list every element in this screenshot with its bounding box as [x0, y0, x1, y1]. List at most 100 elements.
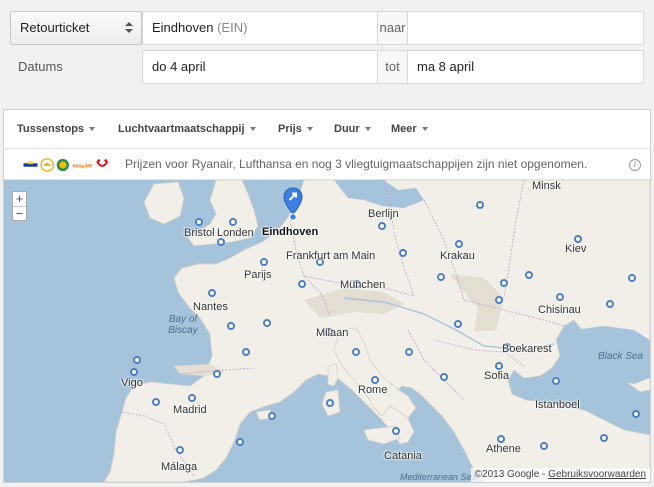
destination-marker[interactable]	[208, 289, 216, 297]
destination-marker[interactable]	[495, 362, 503, 370]
city-label: Milaan	[316, 327, 349, 339]
return-date-input[interactable]: ma 8 april	[407, 50, 644, 84]
destination-marker[interactable]	[525, 271, 533, 279]
destination-marker[interactable]	[242, 348, 250, 356]
home-city-label: Eindhoven	[262, 226, 319, 238]
destination-marker[interactable]	[298, 280, 306, 288]
destination-marker[interactable]	[130, 368, 138, 376]
destination-marker[interactable]	[227, 322, 235, 330]
destination-marker[interactable]	[455, 240, 463, 248]
city-label: Sofia	[484, 370, 510, 382]
destination-marker[interactable]	[497, 435, 505, 443]
copyright-text: ©2013 Google -	[474, 469, 549, 480]
zoom-in-button[interactable]: +	[13, 192, 26, 206]
sea-label: Bay of Biscay	[168, 314, 198, 336]
tui-logo-icon	[96, 159, 109, 167]
results-panel: Tussenstops Luchtvaartmaatschappij Prijs…	[3, 109, 651, 483]
city-label: Kiev	[565, 243, 587, 255]
filter-more-label: Meer	[391, 123, 417, 135]
dates-label: Datums	[18, 59, 63, 74]
city-label: Frankfurt am Main	[286, 250, 376, 262]
destination-marker[interactable]	[476, 201, 484, 209]
destination-marker[interactable]	[263, 319, 271, 327]
destination-marker[interactable]	[632, 410, 640, 418]
destination-marker[interactable]	[552, 377, 560, 385]
destination-marker[interactable]	[437, 273, 445, 281]
destination-marker[interactable]	[405, 348, 413, 356]
sea-label: Mediterranean Sea	[400, 472, 477, 482]
filter-airline[interactable]: Luchtvaartmaatschappij	[118, 110, 256, 149]
filter-price-label: Prijs	[278, 123, 302, 135]
destination-marker[interactable]	[326, 399, 334, 407]
city-label: Nantes	[193, 301, 228, 313]
destination-marker[interactable]	[606, 300, 614, 308]
destination-marker[interactable]	[268, 412, 276, 420]
destination-marker[interactable]	[176, 446, 184, 454]
destination-marker[interactable]	[195, 218, 203, 226]
city-label: Chisinau	[538, 304, 581, 316]
filter-duration[interactable]: Duur	[334, 110, 371, 149]
city-label: Rome	[358, 384, 388, 396]
easyjet-logo-icon: easyJet	[73, 164, 93, 170]
destination-marker[interactable]	[500, 279, 508, 287]
city-label: Berlijn	[368, 208, 399, 220]
origin-value: Eindhoven	[152, 20, 214, 35]
origin-input[interactable]: Eindhoven (EIN)	[142, 11, 378, 45]
ryanair-logo-icon	[23, 161, 38, 167]
terms-link[interactable]: Gebruiksvoorwaarden	[548, 469, 646, 480]
home-location-pin-icon[interactable]	[283, 187, 303, 221]
destination-marker[interactable]	[236, 438, 244, 446]
trip-type-value: Retourticket	[20, 20, 90, 35]
destination-marker[interactable]	[574, 235, 582, 243]
destination-marker[interactable]	[378, 222, 386, 230]
destination-marker[interactable]	[133, 356, 141, 364]
destination-map[interactable]: + − Eindhoven Minsk Berlijn Bristol Lond…	[4, 180, 650, 482]
transavia-logo-icon	[56, 158, 69, 172]
to-label: naar	[377, 11, 408, 45]
destination-marker[interactable]	[217, 238, 225, 246]
depart-date-input[interactable]: do 4 april	[142, 50, 378, 84]
city-label: Parijs	[244, 269, 272, 281]
caret-down-icon	[306, 127, 313, 132]
excluded-airlines-notice: easyJet Prijzen voor Ryanair, Lufthansa …	[4, 150, 650, 180]
trip-type-select[interactable]: Retourticket	[10, 11, 142, 45]
search-form: Retourticket Eindhoven (EIN) naar Datums…	[0, 0, 654, 96]
destination-marker[interactable]	[188, 394, 196, 402]
lufthansa-logo-icon	[40, 158, 54, 172]
filter-stops-label: Tussenstops	[17, 123, 85, 135]
destination-marker[interactable]	[371, 376, 379, 384]
city-label: Londen	[217, 227, 254, 239]
caret-down-icon	[89, 127, 96, 132]
destination-marker[interactable]	[213, 370, 221, 378]
svg-text:easyJet: easyJet	[73, 164, 93, 170]
destination-marker[interactable]	[495, 296, 503, 304]
destination-marker[interactable]	[392, 427, 400, 435]
destination-marker[interactable]	[152, 398, 160, 406]
destination-marker[interactable]	[600, 434, 608, 442]
until-label: tot	[377, 50, 408, 84]
city-label: Athene	[486, 443, 521, 455]
zoom-out-button[interactable]: −	[13, 206, 26, 220]
filter-stops[interactable]: Tussenstops	[17, 110, 96, 149]
sea-label: Black Sea	[598, 351, 644, 362]
destination-marker[interactable]	[540, 442, 548, 450]
city-label: Minsk	[532, 180, 561, 192]
caret-down-icon	[249, 127, 256, 132]
zoom-control: + −	[12, 191, 27, 221]
city-label: Madrid	[173, 404, 207, 416]
city-label: München	[340, 279, 386, 291]
filter-price[interactable]: Prijs	[278, 110, 313, 149]
destination-marker[interactable]	[260, 258, 268, 266]
filter-more[interactable]: Meer	[391, 110, 428, 149]
destination-marker[interactable]	[556, 293, 564, 301]
destination-marker[interactable]	[352, 348, 360, 356]
destination-marker[interactable]	[399, 249, 407, 257]
destination-marker[interactable]	[628, 274, 636, 282]
destination-input[interactable]	[407, 11, 644, 45]
city-label: Bristol	[184, 227, 215, 239]
city-label: Boekarest	[502, 343, 552, 355]
info-icon[interactable]: i	[629, 159, 641, 171]
destination-marker[interactable]	[454, 320, 462, 328]
destination-marker[interactable]	[440, 373, 448, 381]
destination-marker[interactable]	[229, 218, 237, 226]
